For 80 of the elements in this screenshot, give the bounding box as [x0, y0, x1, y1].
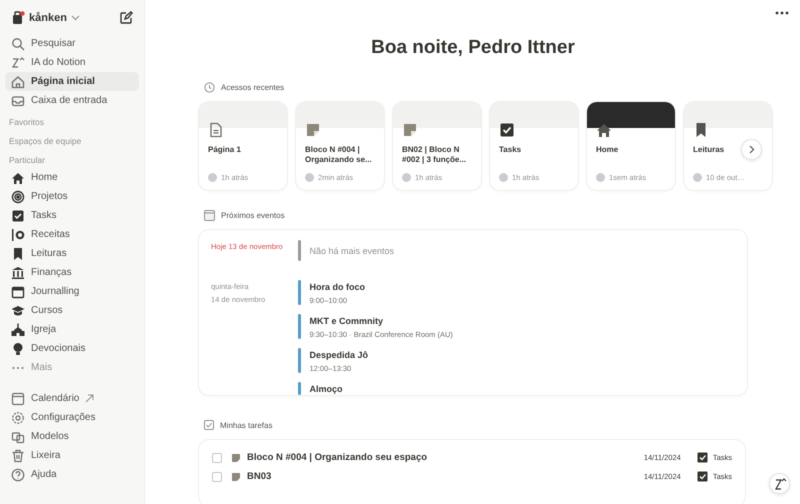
- sidebar-item[interactable]: IA do Notion: [5, 53, 139, 72]
- avatar-icon: [499, 173, 508, 182]
- gear-icon: [11, 410, 25, 424]
- clock-icon: [204, 82, 215, 92]
- card-title: Tasks: [499, 145, 522, 155]
- workspace-switcher[interactable]: kånken: [29, 12, 80, 24]
- house-icon: [11, 170, 25, 184]
- inbox-icon: [11, 94, 25, 108]
- sidebar-item[interactable]: Ajuda: [5, 465, 139, 484]
- avatar-icon: [693, 173, 702, 182]
- sidebar-item[interactable]: Finanças: [5, 263, 139, 282]
- sidebar-item[interactable]: Modelos: [5, 427, 139, 446]
- sidebar-item[interactable]: Lixeira: [5, 446, 139, 465]
- church-icon: [11, 322, 25, 336]
- sidebar-item[interactable]: Igreja: [5, 320, 139, 339]
- checkbox-icon: [204, 420, 214, 430]
- checkbox-icon: [696, 470, 709, 482]
- sidebar-item[interactable]: Leituras: [5, 244, 139, 263]
- house-icon: [11, 74, 25, 88]
- task-title[interactable]: BN03: [247, 471, 272, 482]
- avatar-icon: [596, 173, 605, 182]
- task-title[interactable]: Bloco N #004 | Organizando seu espaço: [247, 452, 428, 463]
- avatar-icon: [305, 173, 314, 182]
- calendar-icon: [11, 392, 25, 406]
- checkbox-icon: [696, 452, 709, 464]
- avatar-icon: [208, 173, 217, 182]
- sparkle-icon: [11, 56, 25, 70]
- sidebar-item[interactable]: Pesquisar: [5, 34, 139, 53]
- templates-icon: [11, 430, 25, 444]
- sidebar-item[interactable]: Projetos: [5, 187, 139, 206]
- target-icon: [11, 190, 25, 204]
- event-title: Almoço: [310, 383, 343, 395]
- bank-icon: [11, 266, 25, 280]
- section-title: Acessos recentes: [221, 82, 284, 92]
- card-title: Página 1: [208, 145, 241, 155]
- event-title: Não há mais eventos: [310, 245, 394, 258]
- sidebar-item[interactable]: Tasks: [5, 206, 139, 225]
- task-checkbox[interactable]: [212, 472, 222, 482]
- card-title: Bloco N #004 | Organizando se...: [305, 145, 373, 165]
- bookmark-icon: [11, 246, 25, 260]
- chevron-right-icon: [748, 145, 754, 154]
- lightbulb-icon: [11, 342, 25, 356]
- sidebar-item[interactable]: Cursos: [5, 301, 139, 320]
- graduation-cap-icon: [11, 304, 25, 318]
- event-title: Despedida Jô: [310, 349, 368, 361]
- notion-ai-button[interactable]: [769, 473, 790, 494]
- calendar-icon: [11, 284, 25, 298]
- checkbox-icon: [11, 208, 25, 222]
- sidebar-item[interactable]: Receitas: [5, 225, 139, 244]
- workspace-icon: [11, 11, 25, 25]
- greeting-title: Boa noite, Pedro Ittner: [370, 37, 576, 59]
- sidebar-item[interactable]: Caixa de entrada: [5, 91, 139, 110]
- sidebar-item[interactable]: Página inicial: [5, 72, 139, 91]
- sidebar-item[interactable]: Devocionais: [5, 339, 139, 358]
- document-icon: [208, 122, 224, 138]
- card-title: BN02 | Bloco N #002 | 3 funçõe...: [402, 145, 468, 165]
- calendar-event[interactable]: Almoço: [298, 382, 735, 395]
- trash-icon: [11, 448, 25, 462]
- house-icon: [596, 122, 612, 138]
- calendar-icon: [204, 210, 215, 220]
- event-title: MKT e Commnity: [310, 315, 384, 327]
- section-title: Minhas tarefas: [220, 420, 272, 430]
- avatar-icon: [402, 173, 411, 182]
- sidebar-item[interactable]: Journalling: [5, 282, 139, 301]
- event-title: Hora do foco: [310, 281, 365, 293]
- card-title: Leituras: [693, 145, 724, 155]
- card-title: Home: [596, 145, 618, 155]
- note-icon: [305, 122, 321, 138]
- search-icon: [11, 36, 25, 50]
- sparkle-icon: [772, 476, 786, 490]
- section-title: Próximos eventos: [221, 210, 285, 220]
- sidebar-item[interactable]: Configurações: [5, 408, 139, 427]
- sidebar-item[interactable]: Calendário: [5, 389, 139, 408]
- note-icon: [402, 122, 418, 138]
- checkbox-icon: [499, 122, 515, 138]
- help-icon: [11, 468, 25, 482]
- chevron-down-icon: [70, 15, 80, 21]
- sidebar-item[interactable]: Home: [5, 168, 139, 187]
- task-checkbox[interactable]: [212, 452, 222, 462]
- new-page-icon[interactable]: [119, 11, 133, 25]
